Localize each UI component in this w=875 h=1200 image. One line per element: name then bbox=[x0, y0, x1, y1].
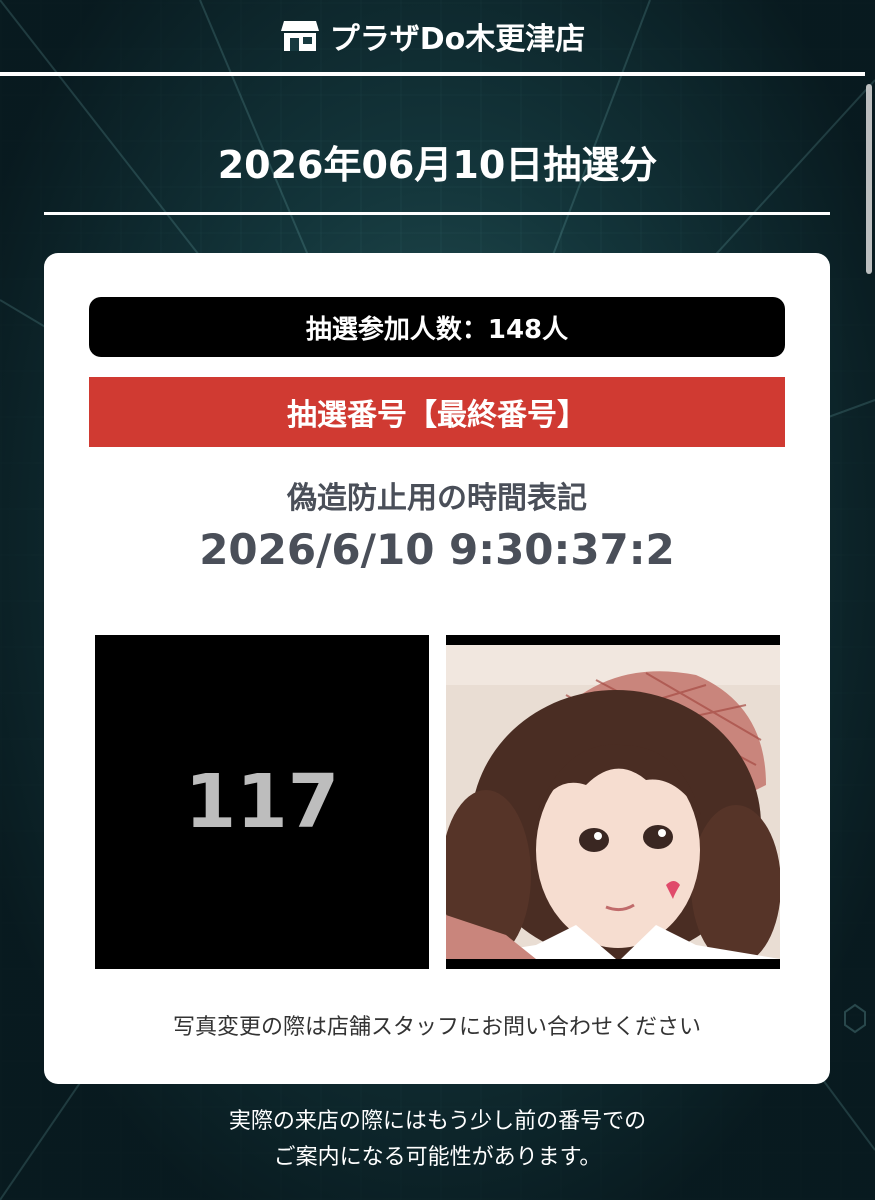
store-icon bbox=[280, 21, 319, 51]
draw-number-heading: 抽選番号【最終番号】 bbox=[89, 377, 785, 447]
footer-notice: 実際の来店の際にはもう少し前の番号での ご案内になる可能性があります。 bbox=[0, 1104, 875, 1176]
draw-date-title: 2026年06月10日抽選分 bbox=[217, 143, 658, 187]
draw-number: 117 bbox=[184, 759, 340, 845]
timestamp-value: 2026/6/10 9:30:37:2 bbox=[199, 525, 675, 574]
member-photo[interactable] bbox=[446, 635, 780, 969]
store-name: プラザDo木更津店 bbox=[329, 22, 586, 57]
footer-line-1: 実際の来店の際にはもう少し前の番号での bbox=[228, 1109, 647, 1134]
portrait-illustration bbox=[446, 645, 780, 959]
timestamp-label: 偽造防止用の時間表記 bbox=[287, 481, 587, 516]
footer-line-2: ご案内になる可能性があります。 bbox=[273, 1145, 602, 1170]
draw-number-box: 117 bbox=[95, 635, 429, 969]
title-divider bbox=[44, 212, 830, 215]
participants-count: 抽選参加人数：148人 bbox=[89, 297, 785, 357]
header-divider bbox=[0, 72, 865, 76]
photo-change-note: 写真変更の際は店舗スタッフにお問い合わせください bbox=[172, 1015, 701, 1040]
lottery-card: 抽選参加人数：148人 抽選番号【最終番号】 偽造防止用の時間表記 2026/6… bbox=[44, 253, 830, 1084]
store-header: プラザDo木更津店 bbox=[0, 0, 865, 72]
